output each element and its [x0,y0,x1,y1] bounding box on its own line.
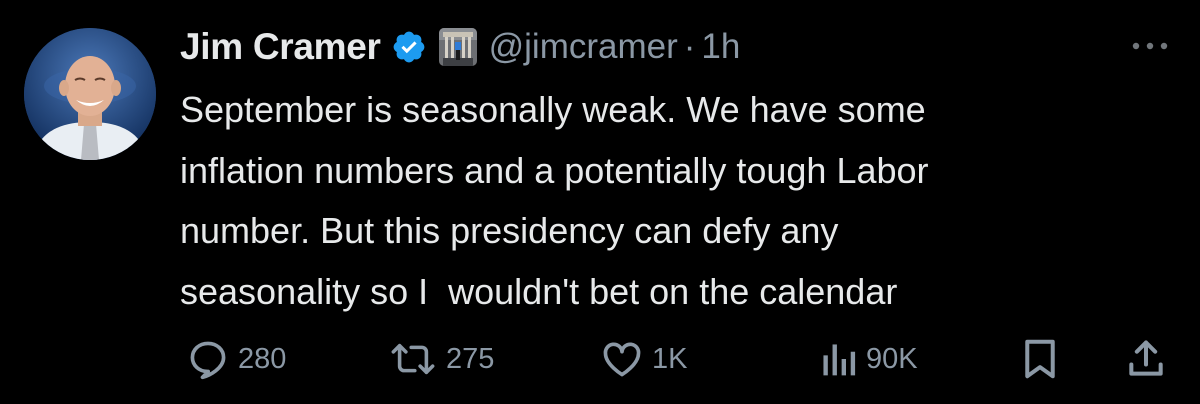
share-button[interactable] [1124,334,1168,384]
reply-count: 280 [238,342,287,375]
like-count: 1K [652,342,688,375]
affiliate-badge-icon[interactable] [438,28,477,66]
avatar[interactable] [24,28,156,160]
tweet-timestamp[interactable]: 1h [701,27,740,67]
views-icon [823,344,856,376]
avatar-portrait-image [24,28,156,160]
views-count: 90K [866,342,918,375]
reply-icon [190,341,226,380]
bookmark-button[interactable] [1020,334,1060,384]
bookmark-icon [1025,339,1055,379]
share-icon [1129,340,1163,376]
reply-button[interactable]: 280 [186,334,286,384]
tweet-header: Jim Cramer @jimcramer · 1h [180,22,740,72]
author-handle[interactable]: @jimcramer [489,27,678,67]
verified-badge-icon[interactable] [391,29,427,65]
tweet-text: September is seasonally weak. We have so… [180,80,1180,322]
header-separator: · [683,27,696,66]
more-options-icon[interactable] [1128,36,1172,56]
tweet-text-line: seasonality so I wouldn't bet on the cal… [180,270,898,312]
tweet-text-line: September is seasonally weak. We have so… [180,89,926,130]
tweet-actions-bar: 280 275 1K 90K [0,334,1200,384]
retweet-count: 275 [446,342,495,375]
like-button[interactable]: 1K [600,334,687,384]
tweet-text-line: inflation numbers and a potentially toug… [180,149,929,191]
tweet[interactable]: Jim Cramer @jimcramer · 1h September is … [0,0,1200,404]
like-icon [603,342,641,377]
display-name[interactable]: Jim Cramer [180,26,381,68]
retweet-button[interactable]: 275 [388,334,494,384]
tweet-text-line: number. But this presidency can defy any [180,210,839,251]
retweet-icon [391,343,435,375]
views-button[interactable]: 90K [818,334,918,384]
